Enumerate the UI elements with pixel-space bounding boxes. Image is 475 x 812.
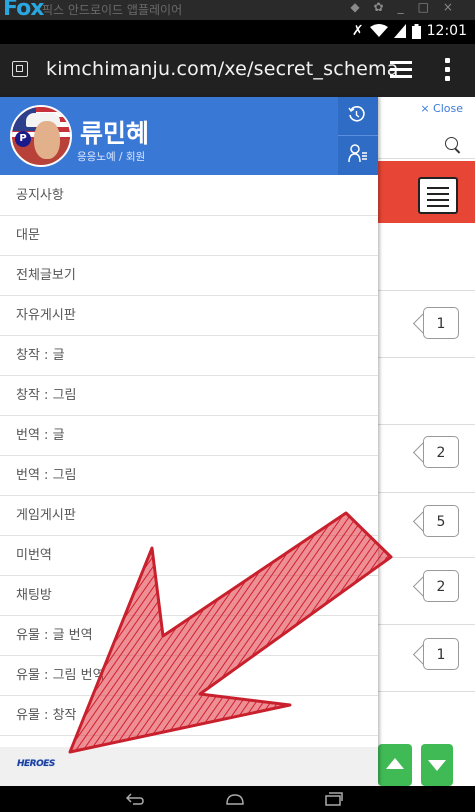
write-post-button[interactable] <box>418 177 458 214</box>
comment-count-badge: 1 <box>411 638 461 672</box>
search-icon[interactable] <box>445 137 458 150</box>
emulator-title-bar: Fox 픽스 안드로이드 앱플레이어 ◆✿_□× <box>0 0 475 21</box>
menu-item[interactable]: 자유게시판 <box>0 296 378 336</box>
site-info-icon[interactable] <box>12 61 28 77</box>
menu-item[interactable]: 유물 : 글 번역 <box>0 616 378 656</box>
signal-icon <box>393 24 406 38</box>
menu-item[interactable]: 전체글보기 <box>0 256 378 296</box>
emulator-title: 픽스 안드로이드 앱플레이어 <box>42 3 183 17</box>
url-field[interactable]: kimchimanju.com/xe/secret_schema <box>46 58 399 80</box>
comment-count-badge: 5 <box>411 505 461 539</box>
menu-item[interactable]: 채팅방 <box>0 576 378 616</box>
history-icon[interactable] <box>348 106 365 123</box>
menu-item[interactable]: 게임게시판 <box>0 496 378 536</box>
page-main: × Close 1 2 5 2 1 <box>378 97 475 786</box>
web-content: × Close 1 2 5 2 1 P 류민혜 응응노예 / 회원 공지사항 대… <box>0 97 475 786</box>
scroll-bottom-button[interactable] <box>421 744 453 786</box>
user-role: 응응노예 / 회원 <box>77 151 146 163</box>
drawer-header-actions <box>338 97 378 175</box>
menu-item[interactable]: 번역 : 글 <box>0 416 378 456</box>
tabs-icon[interactable] <box>390 61 412 79</box>
mute-icon: ✗ <box>351 23 364 39</box>
status-time: 12:01 <box>426 23 467 39</box>
overflow-menu-icon[interactable] <box>444 58 450 82</box>
home-icon[interactable] <box>225 793 245 805</box>
android-nav-bar <box>0 786 475 812</box>
comment-count-badge: 2 <box>411 570 461 604</box>
menu-item[interactable]: 미번역 <box>0 536 378 576</box>
heroes-logo[interactable]: HEROES <box>17 759 57 773</box>
side-drawer: P 류민혜 응응노예 / 회원 공지사항 대문 전체글보기 자유게시판 창작 : 글 창작… <box>0 97 378 786</box>
menu-item[interactable]: 대문 <box>0 216 378 256</box>
user-name: 류민혜 <box>80 119 150 148</box>
menu-item[interactable]: 유물 : 창작 <box>0 696 378 736</box>
browser-toolbar: kimchimanju.com/xe/secret_schema <box>0 44 475 97</box>
emulator-logo: Fox <box>3 0 44 21</box>
recent-apps-icon[interactable] <box>324 792 344 806</box>
menu-item[interactable]: 번역 : 그림 <box>0 456 378 496</box>
wifi-icon <box>369 24 388 37</box>
search-bar[interactable] <box>378 128 475 159</box>
menu-item[interactable]: 유물 : 그림 번역 <box>0 656 378 696</box>
window-controls[interactable]: ◆✿_□× <box>350 0 467 14</box>
close-link[interactable]: × Close <box>420 102 463 115</box>
comment-count-badge: 2 <box>411 436 461 470</box>
user-list-icon[interactable] <box>348 144 368 163</box>
avatar[interactable]: P <box>10 105 72 167</box>
menu-item[interactable]: 창작 : 글 <box>0 336 378 376</box>
menu-item[interactable]: 공지사항 <box>0 175 378 216</box>
drawer-header: P 류민혜 응응노예 / 회원 <box>0 97 378 175</box>
scroll-top-button[interactable] <box>378 744 412 786</box>
back-icon[interactable] <box>125 792 145 806</box>
battery-icon <box>411 23 421 39</box>
status-bar: ✗ 12:01 <box>0 20 475 44</box>
page-header-bar <box>378 161 475 223</box>
menu-item[interactable]: 창작 : 그림 <box>0 376 378 416</box>
comment-count-badge: 1 <box>411 307 461 341</box>
drawer-menu: 공지사항 대문 전체글보기 자유게시판 창작 : 글 창작 : 그림 번역 : 글 번역 : … <box>0 175 378 736</box>
drawer-footer: HEROES <box>0 747 378 786</box>
